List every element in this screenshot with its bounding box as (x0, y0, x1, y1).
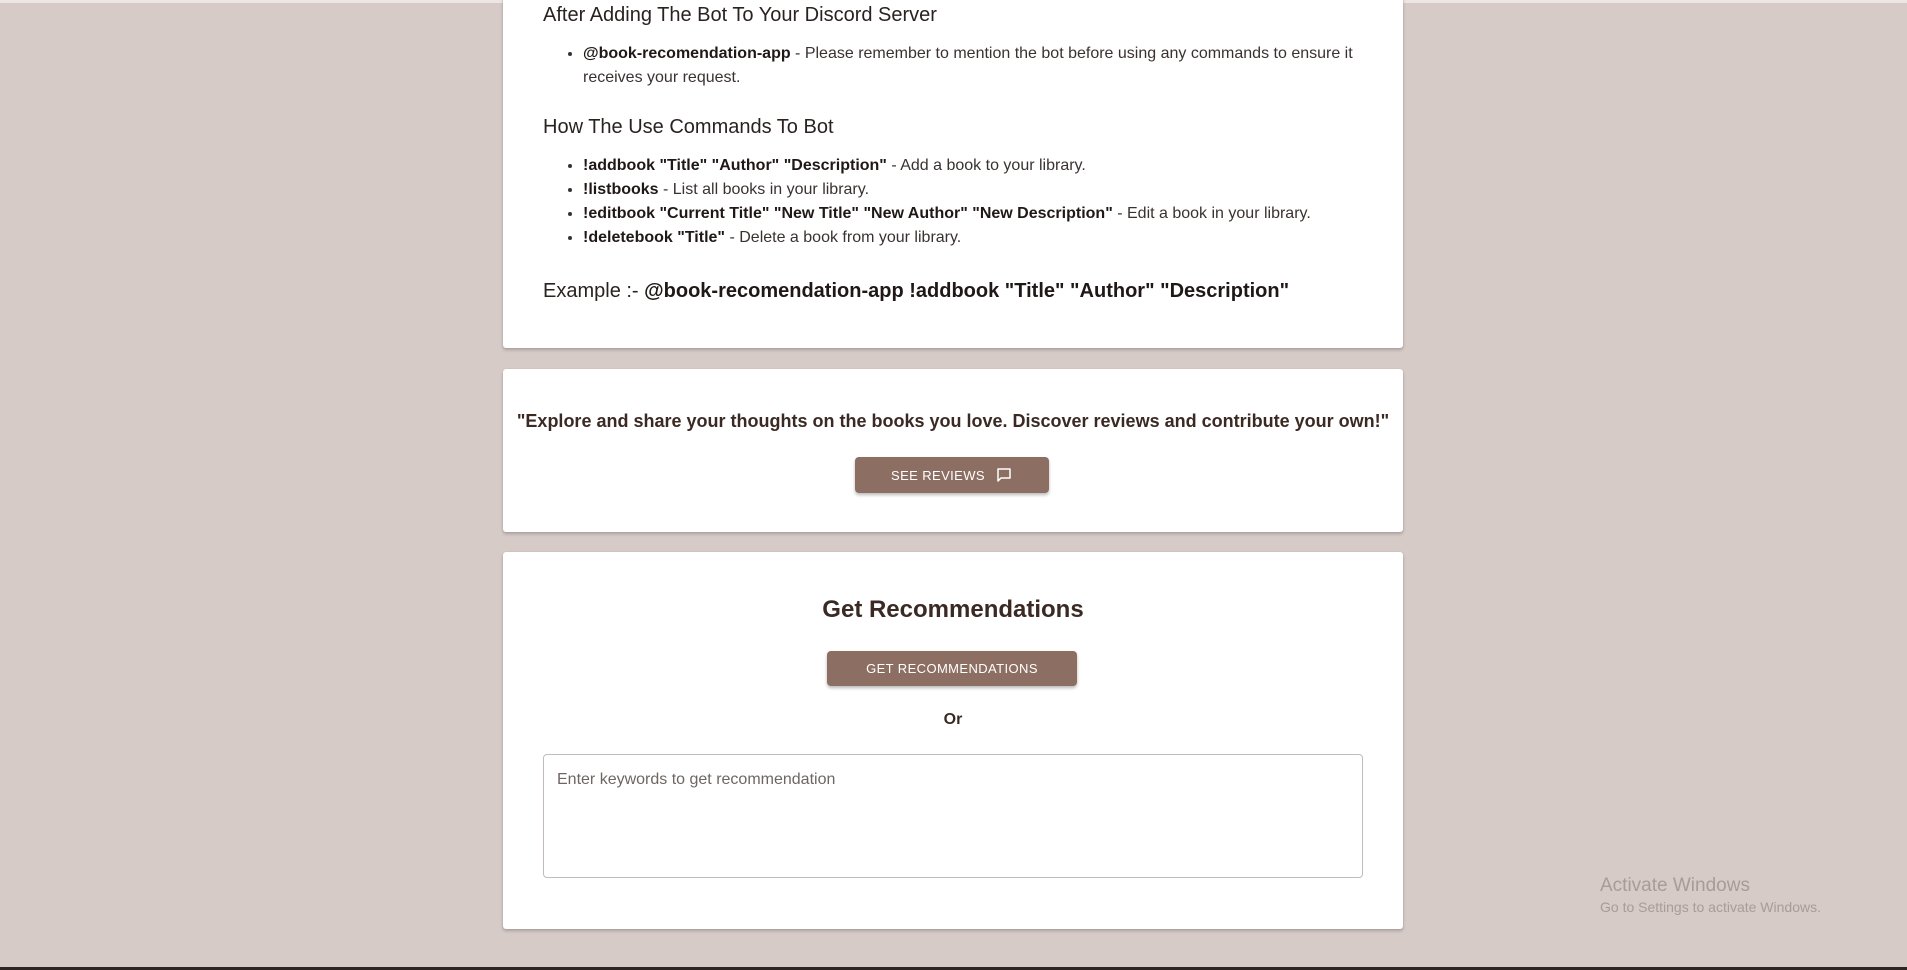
command-name: !listbooks (583, 181, 659, 198)
mention-list: @book-recomendation-app - Please remembe… (543, 42, 1363, 90)
reviews-card: "Explore and share your thoughts on the … (503, 369, 1403, 532)
reviews-quote: "Explore and share your thoughts on the … (516, 411, 1390, 431)
after-adding-heading: After Adding The Bot To Your Discord Ser… (543, 4, 937, 26)
command-item: !deletebook "Title" - Delete a book from… (583, 226, 1363, 250)
comment-icon (995, 466, 1013, 484)
list-item: @book-recomendation-app - Please remembe… (583, 42, 1363, 90)
watermark-subtitle: Go to Settings to activate Windows. (1600, 899, 1821, 915)
see-reviews-button[interactable]: SEE REVIEWS (855, 457, 1049, 493)
command-desc: - Delete a book from your library. (725, 229, 962, 246)
command-name: !addbook "Title" "Author" "Description" (583, 157, 887, 174)
commands-heading: How The Use Commands To Bot (543, 116, 834, 138)
command-name: !deletebook "Title" (583, 229, 726, 246)
command-item: !editbook "Current Title" "New Title" "N… (583, 202, 1363, 226)
commands-list: !addbook "Title" "Author" "Description" … (543, 154, 1363, 250)
watermark-title: Activate Windows (1600, 875, 1750, 896)
bot-instructions-card: After Adding The Bot To Your Discord Ser… (503, 0, 1403, 348)
example-code: @book-recomendation-app !addbook "Title"… (644, 280, 1290, 302)
command-desc: - Add a book to your library. (886, 157, 1086, 174)
command-desc: - List all books in your library. (658, 181, 870, 198)
command-name: !editbook "Current Title" "New Title" "N… (583, 205, 1113, 222)
see-reviews-label: SEE REVIEWS (891, 467, 985, 483)
command-desc: - Edit a book in your library. (1112, 205, 1311, 222)
recommendations-card: Get Recommendations GET RECOMMENDATIONS … (503, 552, 1403, 929)
example-label: Example :- (543, 280, 645, 302)
command-item: !listbooks - List all books in your libr… (583, 178, 1363, 202)
activate-windows-watermark: Activate Windows Go to Settings to activ… (1600, 875, 1821, 915)
mention-name: @book-recomendation-app (583, 45, 791, 62)
get-recommendations-button[interactable]: GET RECOMMENDATIONS (827, 651, 1077, 686)
example-line: Example :- @book-recomendation-app !addb… (543, 280, 1289, 303)
or-separator: Or (943, 711, 963, 728)
keywords-input[interactable] (543, 754, 1363, 878)
command-item: !addbook "Title" "Author" "Description" … (583, 154, 1363, 178)
recommendations-title: Get Recommendations (822, 596, 1084, 623)
